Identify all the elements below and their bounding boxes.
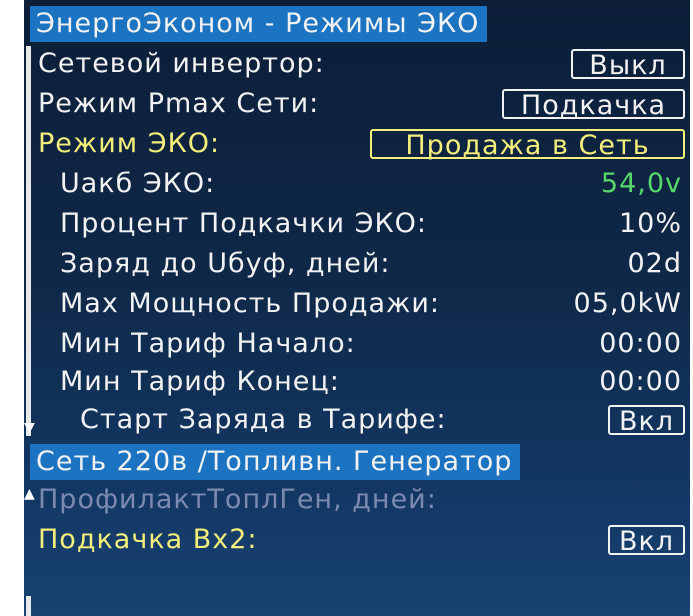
eco-settings-screen: ЭнергоЭконом - Режимы ЭКО ▼ Сетевой инве… — [24, 0, 690, 616]
scrollbar-section2[interactable] — [26, 596, 31, 616]
row-min-tariff-end[interactable]: Мин Тариф Конец: 00:00 — [24, 362, 690, 402]
battery-voltage-eco-label: Uакб ЭКО: — [60, 168, 216, 199]
min-tariff-start-label: Мин Тариф Начало: — [60, 328, 356, 359]
row-eco-mode[interactable]: Режим ЭКО: Продажа в Сеть — [24, 124, 690, 164]
row-charge-to-ubuf-days[interactable]: Заряд до Uбуф, дней: 02d — [24, 244, 690, 284]
boost-percent-eco-label: Процент Подкачки ЭКО: — [60, 208, 428, 239]
max-sell-power-label: Max Мощность Продажи: — [60, 288, 441, 319]
row-boost-percent-eco[interactable]: Процент Подкачки ЭКО: 10% — [24, 204, 690, 244]
row-max-sell-power[interactable]: Max Мощность Продажи: 05,0kW — [24, 284, 690, 324]
section-header-eco-modes: ЭнергоЭконом - Режимы ЭКО — [30, 6, 488, 42]
row-boost-x2[interactable]: Подкачка Bx2: Вкл — [24, 520, 690, 560]
grid-inverter-toggle-button[interactable]: Выкл — [571, 49, 685, 81]
charge-start-in-tariff-label: Старт Заряда в Тарифе: — [80, 404, 447, 435]
boost-x2-button[interactable]: Вкл — [608, 525, 685, 557]
eco-mode-label: Режим ЭКО: — [38, 128, 221, 159]
max-sell-power-value[interactable]: 05,0kW — [574, 284, 682, 324]
row-min-tariff-start[interactable]: Мин Тариф Начало: 00:00 — [24, 324, 690, 364]
charge-start-in-tariff-button[interactable]: Вкл — [608, 405, 685, 437]
pmax-grid-mode-label: Режим Pmax Сети: — [38, 88, 320, 119]
pmax-grid-mode-button[interactable]: Подкачка — [502, 89, 685, 121]
min-tariff-start-value[interactable]: 00:00 — [599, 324, 682, 364]
row-grid-inverter[interactable]: Сетевой инвертор: Выкл — [24, 44, 690, 84]
battery-voltage-eco-value[interactable]: 54,0v — [601, 164, 682, 204]
boost-percent-eco-value[interactable]: 10% — [619, 204, 682, 244]
min-tariff-end-label: Мин Тариф Конец: — [60, 366, 340, 397]
boost-x2-label: Подкачка Bx2: — [38, 524, 258, 555]
charge-to-ubuf-days-value[interactable]: 02d — [628, 244, 683, 284]
section-header-grid-generator: Сеть 220в /Топливн. Генератор — [30, 444, 521, 480]
row-battery-voltage-eco[interactable]: Uакб ЭКО: 54,0v — [24, 164, 690, 204]
charge-to-ubuf-days-label: Заряд до Uбуф, дней: — [60, 248, 391, 279]
row-charge-start-in-tariff[interactable]: Старт Заряда в Тарифе: Вкл — [24, 400, 690, 440]
eco-mode-button[interactable]: Продажа в Сеть — [370, 129, 685, 161]
row-fuel-generator-maintenance-days: ПрофилактТоплГен, дней: — [24, 480, 690, 520]
row-pmax-grid-mode[interactable]: Режим Pmax Сети: Подкачка — [24, 84, 690, 124]
min-tariff-end-value[interactable]: 00:00 — [599, 362, 682, 402]
grid-inverter-label: Сетевой инвертор: — [38, 48, 325, 79]
fuel-generator-maintenance-days-label: ПрофилактТоплГен, дней: — [38, 484, 437, 515]
